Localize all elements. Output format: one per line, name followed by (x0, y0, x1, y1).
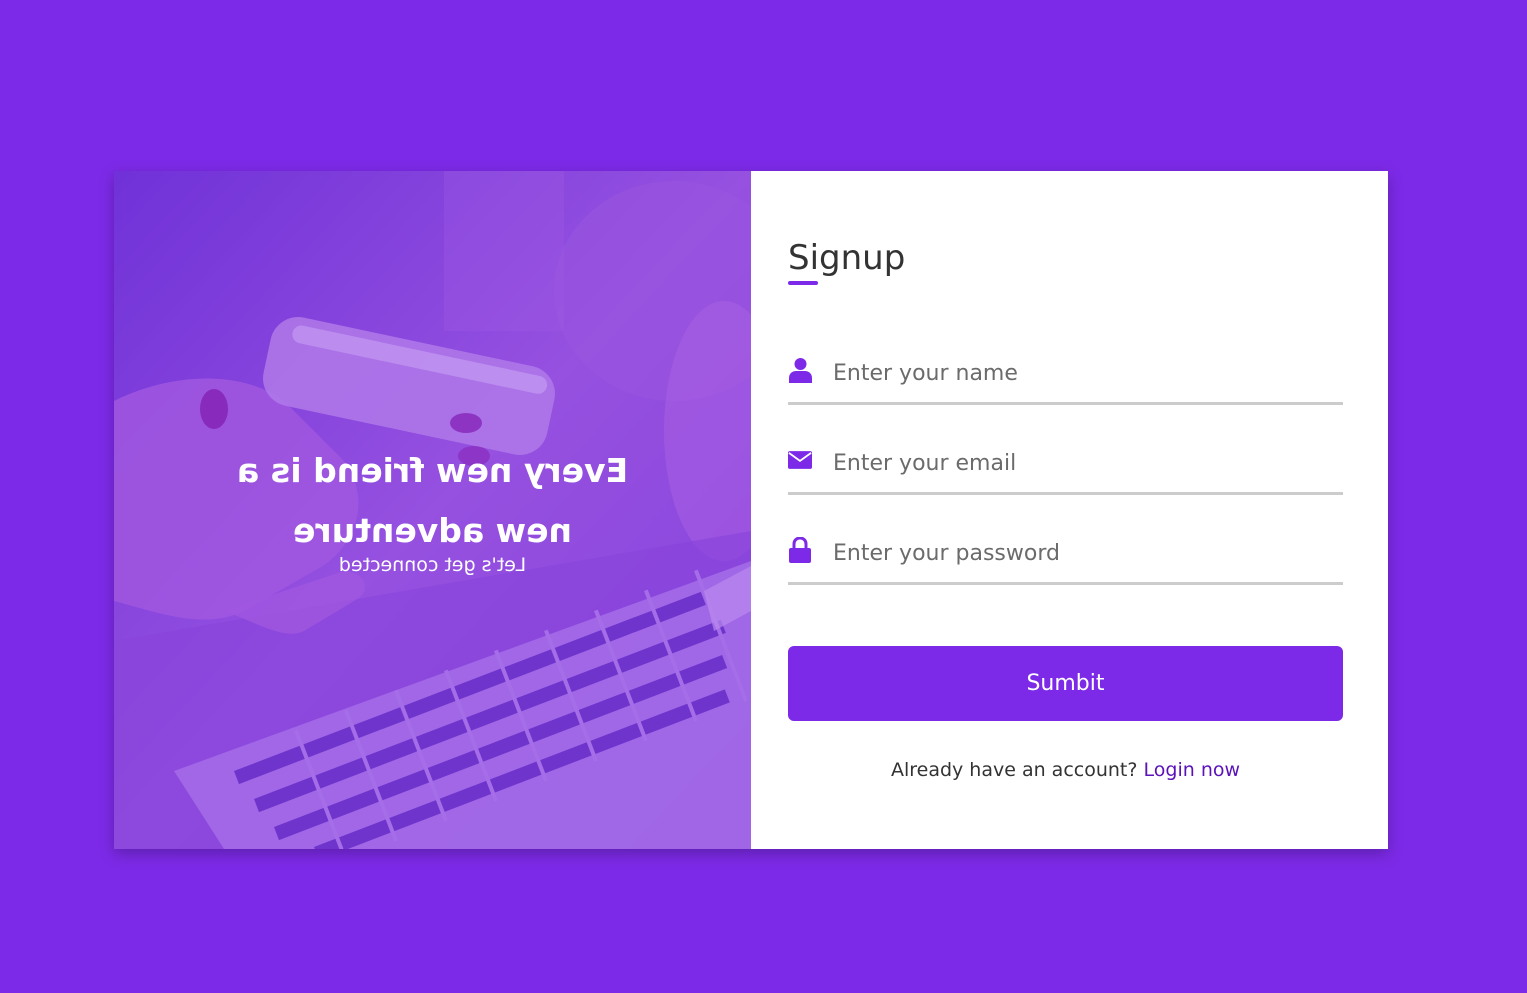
email-field (788, 435, 1343, 495)
signup-card: Every new friend is a new adventure Let'… (114, 171, 1388, 849)
login-prompt: Already have an account? (890, 759, 1138, 781)
cover-title: Every new friend is a new adventure (236, 451, 629, 550)
cover-text: Every new friend is a new adventure Let'… (114, 441, 751, 577)
cover-subtitle: Let's get connected (338, 554, 527, 576)
envelope-icon (788, 447, 812, 473)
email-input[interactable] (833, 435, 1333, 491)
form-title: Signup (788, 238, 906, 278)
lock-icon (788, 537, 812, 563)
user-icon (788, 357, 812, 383)
signup-form: Signup Enter your name Enter your email … (751, 171, 1388, 849)
cover-panel: Every new friend is a new adventure Let'… (114, 171, 751, 849)
name-input[interactable] (833, 345, 1333, 401)
submit-button[interactable]: Sumbit (788, 646, 1343, 721)
login-line: Already have an account? Login now (788, 759, 1343, 781)
name-field (788, 345, 1343, 405)
login-now-link[interactable]: Login now (1144, 759, 1241, 781)
password-field (788, 525, 1343, 585)
title-underline (788, 281, 818, 285)
password-input[interactable] (833, 525, 1333, 581)
